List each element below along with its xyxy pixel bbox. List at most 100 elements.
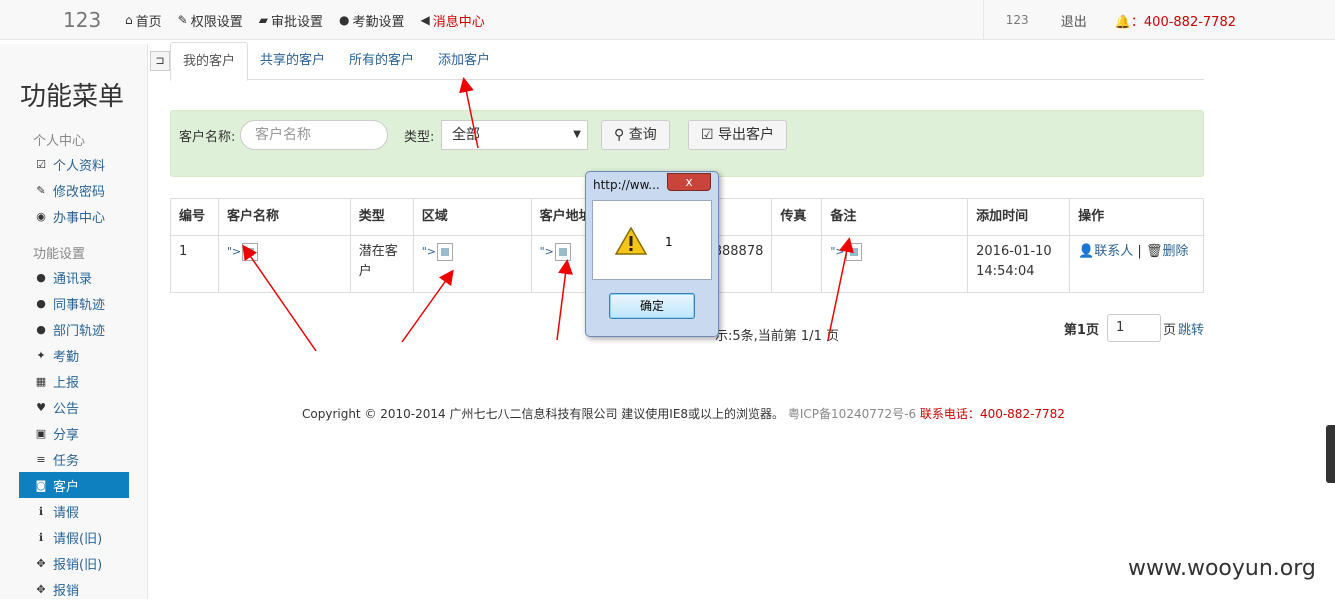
- dialog-message: 1: [665, 235, 673, 249]
- tab-shared-customers[interactable]: 共享的客户: [248, 42, 337, 80]
- user-icon: ●: [36, 270, 46, 284]
- customer-name-input[interactable]: 客户名称: [240, 120, 388, 150]
- top-right: 123 退出 🔔：400-882-7782: [982, 0, 1335, 40]
- sidebar-item-notice[interactable]: ♥ 公告: [19, 394, 129, 420]
- col-header: 备注: [821, 198, 969, 236]
- dialog-title: http://ww...: [593, 178, 660, 192]
- sidebar-item-attendance[interactable]: ✦ 考勤: [19, 342, 129, 368]
- home-icon: ⌂: [125, 13, 133, 27]
- sidebar-item-tasks[interactable]: ≡ 任务: [19, 446, 129, 472]
- broken-image-icon: [242, 242, 259, 261]
- cell-name[interactable]: ">: [217, 235, 351, 293]
- col-header: 传真: [771, 198, 823, 236]
- dropdown-arrow-icon: ▼: [573, 129, 581, 140]
- page-suffix: 页: [1162, 322, 1176, 338]
- sidebar-item-report[interactable]: ▦ 上报: [19, 368, 129, 394]
- dialog-ok-button[interactable]: 确定: [609, 293, 695, 319]
- query-button[interactable]: ⚲ 查询: [601, 120, 670, 150]
- trash-icon: 🗑: [1145, 244, 1163, 259]
- broken-image-icon: [437, 242, 454, 261]
- brand-logo[interactable]: 123: [63, 8, 101, 32]
- nav-attendance[interactable]: ● 考勤设置: [339, 11, 405, 30]
- nav-messages[interactable]: ◀ 消息中心: [420, 11, 484, 30]
- pager: 第1页 1 页 跳转: [1064, 314, 1204, 342]
- pushpin-icon: ✦: [36, 348, 46, 362]
- dialog-close-button[interactable]: x: [667, 173, 711, 191]
- cell-remark: ">: [821, 235, 969, 293]
- info-icon: ℹ: [38, 530, 44, 544]
- sidebar-item-expense-old[interactable]: ✥ 报销(旧): [19, 550, 129, 576]
- copyright: Copyright © 2010-2014 广州七七八二信息科技有限公司 建议使…: [302, 407, 785, 421]
- top-nav: ⌂ 首页 ✎ 权限设置 ▰ 审批设置 ● 考勤设置 ◀ 消息中心: [125, 0, 501, 40]
- watermark: www.wooyun.org: [1128, 556, 1316, 581]
- folder-open-icon: ▰: [258, 13, 268, 27]
- toggle-icon: ⊐: [155, 54, 165, 67]
- sidebar-item-customers[interactable]: ◙ 客户: [19, 472, 129, 498]
- edit-icon: ☑: [701, 127, 714, 143]
- tab-add-customer[interactable]: 添加客户: [426, 42, 502, 80]
- sidebar-item-colleague-track[interactable]: ● 同事轨迹: [19, 290, 129, 316]
- cell-actions: 👤联系人 | 🗑删除: [1069, 235, 1204, 293]
- sidebar-group-functions: 功能设置: [33, 247, 86, 262]
- hotline: 🔔：400-882-7782: [1114, 14, 1236, 30]
- customer-name-label: 客户名称:: [179, 130, 236, 145]
- sidebar-title: 功能菜单: [20, 82, 125, 112]
- list-icon: ≡: [36, 452, 46, 466]
- dialog-body: 1: [592, 200, 712, 280]
- nav-permissions[interactable]: ✎ 权限设置: [178, 11, 243, 30]
- bell-icon: 🔔: [1114, 14, 1131, 30]
- export-button[interactable]: ☑ 导出客户: [688, 120, 788, 150]
- customer-tabs: 我的客户 共享的客户 所有的客户 添加客户: [170, 42, 1204, 81]
- broken-image-icon: [554, 242, 571, 261]
- col-header: 操作: [1069, 198, 1204, 236]
- heart-icon: ♥: [36, 400, 46, 414]
- move-icon: ✥: [36, 556, 46, 570]
- search-icon: ⚲: [614, 127, 625, 143]
- sidebar-item-contacts[interactable]: ● 通讯录: [19, 264, 129, 290]
- col-header: 编号: [170, 198, 219, 236]
- sidebar-item-profile[interactable]: ☑ 个人资料: [19, 151, 129, 177]
- sidebar-item-leave-old[interactable]: ℹ 请假(旧): [19, 524, 129, 550]
- cell-fax: [771, 235, 823, 293]
- wrench-icon: ✎: [177, 13, 188, 27]
- sidebar-item-share[interactable]: ▣ 分享: [19, 420, 129, 446]
- jump-link[interactable]: 跳转: [1178, 319, 1204, 338]
- page-input[interactable]: 1: [1106, 314, 1161, 342]
- close-icon: x: [685, 175, 693, 189]
- globe-icon: ●: [338, 13, 350, 27]
- sidebar-item-office[interactable]: ◉ 办事中心: [19, 203, 129, 229]
- top-navbar: 123 ⌂ 首页 ✎ 权限设置 ▰ 审批设置 ● 考勤设置 ◀ 消息中心 123 退出 🔔…: [0, 0, 1335, 40]
- username[interactable]: 123: [984, 13, 1051, 27]
- map-marker-icon: ●: [36, 322, 46, 336]
- cell-type: 潜在客户: [349, 235, 414, 293]
- edit-icon: ☑: [36, 157, 46, 171]
- move-icon: ✥: [36, 582, 46, 596]
- warning-icon: [615, 227, 647, 255]
- footer-phone-label: 联系电话：: [919, 407, 980, 421]
- tab-my-customers[interactable]: 我的客户: [170, 42, 249, 81]
- type-select[interactable]: 全部 ▼: [441, 120, 588, 150]
- sidebar-item-dept-track[interactable]: ● 部门轨迹: [19, 316, 129, 342]
- user-icon: 👤: [1078, 244, 1095, 259]
- cell-id: 1: [170, 235, 219, 293]
- delete-link[interactable]: 删除: [1162, 244, 1188, 259]
- info-icon: ℹ: [38, 504, 44, 518]
- sidebar-item-expense[interactable]: ✥ 报销: [19, 576, 129, 602]
- gift-icon: ▣: [35, 426, 47, 440]
- camera-icon: ◙: [35, 478, 47, 492]
- scrollbar-handle[interactable]: [1326, 425, 1335, 483]
- nav-approval[interactable]: ▰ 审批设置: [259, 11, 323, 30]
- sidebar-item-leave[interactable]: ℹ 请假: [19, 498, 129, 524]
- search-panel: 客户名称: 客户名称 类型: 全部 ▼ ⚲ 查询 ☑ 导出客户: [170, 110, 1204, 177]
- calendar-icon: ▦: [35, 374, 47, 388]
- contact-link[interactable]: 联系人: [1094, 244, 1133, 259]
- tab-all-customers[interactable]: 所有的客户: [337, 42, 426, 80]
- logout-link[interactable]: 退出: [1051, 11, 1115, 30]
- check-circle-icon: ◉: [36, 209, 46, 223]
- col-header: 类型: [349, 198, 414, 236]
- sidebar-item-password[interactable]: ✎ 修改密码: [19, 177, 129, 203]
- footer-phone: 400-882-7782: [979, 407, 1065, 421]
- page-label: 第1页: [1063, 322, 1099, 338]
- nav-home[interactable]: ⌂ 首页: [125, 11, 162, 30]
- sidebar-toggle-button[interactable]: ⊐: [150, 51, 170, 71]
